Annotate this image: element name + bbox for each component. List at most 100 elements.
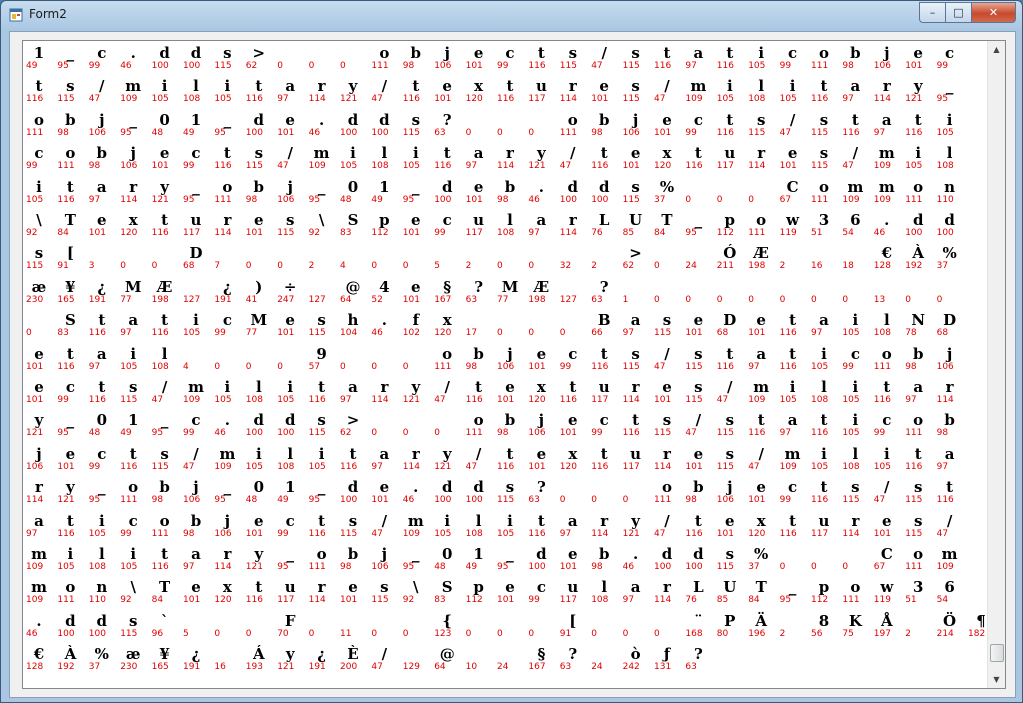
byte-code: 47 (779, 127, 792, 138)
byte-code: 121 (434, 461, 452, 472)
byte-code: 0 (402, 361, 409, 372)
byte-code: 47 (183, 461, 195, 472)
byte-code: 0 (26, 328, 32, 339)
byte-cell: s 115 (560, 44, 582, 77)
form-client-area: 1 49 _ 95 c 99. 46 d 100 d 100 s 115 >62 0 0 0 o 111 b 98 j 10… (9, 31, 1016, 698)
byte-cell: 129 (403, 645, 425, 678)
byte-cell: d 100 (685, 545, 707, 578)
byte-cell: \ 92 (403, 578, 425, 611)
byte-cell: d 100 (591, 178, 613, 211)
vertical-scrollbar[interactable]: ▲ ▼ (987, 41, 1005, 688)
byte-code: 98 (685, 495, 697, 506)
maximize-button[interactable]: □ (945, 2, 971, 23)
byte-cell: u 117 (623, 445, 645, 478)
byte-dump: 1 49 _ 95 c 99. 46 d 100 d 100 s 115 >62 0 0 0 o 111 b 98 j 10… (23, 41, 986, 688)
byte-cell: 0 (214, 612, 236, 645)
byte-cell: a 97 (371, 445, 393, 478)
byte-cell: /47 (685, 411, 707, 444)
byte-cell: m 109 (748, 378, 770, 411)
byte-cell: 0 (277, 44, 299, 77)
byte-code: 109 (402, 528, 420, 539)
byte-cell: D 68 (717, 311, 739, 344)
byte-code: 37 (88, 662, 101, 673)
byte-cell: i 105 (780, 378, 802, 411)
byte-cell: d 100 (528, 545, 550, 578)
byte-cell: i 105 (403, 144, 425, 177)
byte-cell: r 114 (120, 178, 142, 211)
byte-code: 46 (371, 328, 383, 339)
byte-code: 117 (622, 461, 640, 472)
byte-cell: t 116 (623, 411, 645, 444)
byte-code: 0 (842, 562, 849, 572)
byte-cell: _ 95 (403, 178, 425, 211)
byte-code: 101 (559, 428, 577, 439)
byte-cell: a 97 (560, 512, 582, 545)
byte-cell: /47 (466, 445, 488, 478)
byte-cell: t 116 (497, 445, 519, 478)
byte-cell: o 111 (466, 411, 488, 444)
byte-cell: c 99 (842, 345, 864, 378)
byte-cell: U 85 (623, 211, 645, 244)
byte-cell: 127 (183, 278, 205, 311)
byte-cell: t 116 (214, 144, 236, 177)
byte-code: 131 (654, 662, 672, 673)
byte-code: 101 (434, 94, 452, 105)
byte-code: 0 (716, 294, 723, 305)
byte-cell: {123 (434, 612, 456, 645)
byte-code: 100 (151, 61, 169, 71)
byte-code: 77 (245, 328, 258, 339)
byte-code: 105 (402, 161, 420, 172)
byte-code: 2 (465, 261, 472, 272)
byte-code: 95 (151, 428, 164, 439)
byte-cell: y 121 (152, 178, 174, 211)
byte-cell: 10 (466, 645, 488, 678)
byte-cell: e 101 (623, 144, 645, 177)
byte-code: 101 (245, 228, 263, 238)
scroll-thumb[interactable] (990, 644, 1004, 662)
byte-cell: m 109 (780, 445, 802, 478)
byte-code: 109 (779, 461, 797, 472)
byte-cell: e 101 (685, 311, 707, 344)
byte-code: 114 (873, 94, 891, 105)
byte-code: 98 (88, 161, 101, 172)
close-button[interactable]: ✕ (971, 2, 1016, 23)
close-icon: ✕ (988, 6, 999, 19)
byte-cell: 0 (340, 345, 362, 378)
title-bar[interactable]: Form2 – □ ✕ (1, 1, 1022, 29)
byte-cell: 1 49 (466, 545, 488, 578)
byte-cell: t 116 (811, 411, 833, 444)
byte-cell: e 101 (403, 278, 425, 311)
byte-cell: d 100 (246, 111, 268, 144)
byte-code: 100 (465, 495, 483, 506)
byte-cell: c 99 (591, 411, 613, 444)
scroll-down-icon[interactable]: ▼ (988, 671, 1005, 688)
byte-cell: 0 (497, 244, 519, 277)
byte-cell: s 115 (623, 178, 645, 211)
byte-cell: r 114 (623, 378, 645, 411)
byte-cell: . 46 (26, 612, 48, 645)
byte-code: 0 (402, 428, 409, 439)
byte-cell: m 109 (183, 378, 205, 411)
byte-code: 97 (88, 194, 101, 205)
minimize-button[interactable]: – (919, 2, 945, 23)
output-text-box[interactable]: 1 49 _ 95 c 99. 46 d 100 d 100 s 115 >62 0 0 0 o 111 b 98 j 10… (22, 40, 1006, 689)
byte-cell: e 101 (654, 111, 676, 144)
byte-code: 0 (371, 628, 378, 639)
byte-code: 95 (120, 127, 132, 138)
byte-code: 116 (120, 461, 138, 472)
scroll-up-icon[interactable]: ▲ (988, 41, 1005, 58)
byte-cell: b 98 (905, 345, 927, 378)
byte-cell: C 67 (780, 178, 802, 211)
byte-code: 115 (26, 261, 44, 272)
byte-code: 98 (842, 61, 854, 71)
byte-code: 101 (402, 294, 420, 305)
byte-cell: o 111 (905, 545, 927, 578)
byte-cell: 0 (120, 244, 142, 277)
byte-cell: s 115 (623, 345, 645, 378)
byte-cell: r 114 (748, 144, 770, 177)
byte-code: 99 (873, 428, 886, 439)
byte-cell: 2 (780, 612, 802, 645)
byte-code: 111 (842, 595, 860, 606)
byte-cell: e 101 (497, 378, 519, 411)
byte-cell: s 115 (685, 378, 707, 411)
